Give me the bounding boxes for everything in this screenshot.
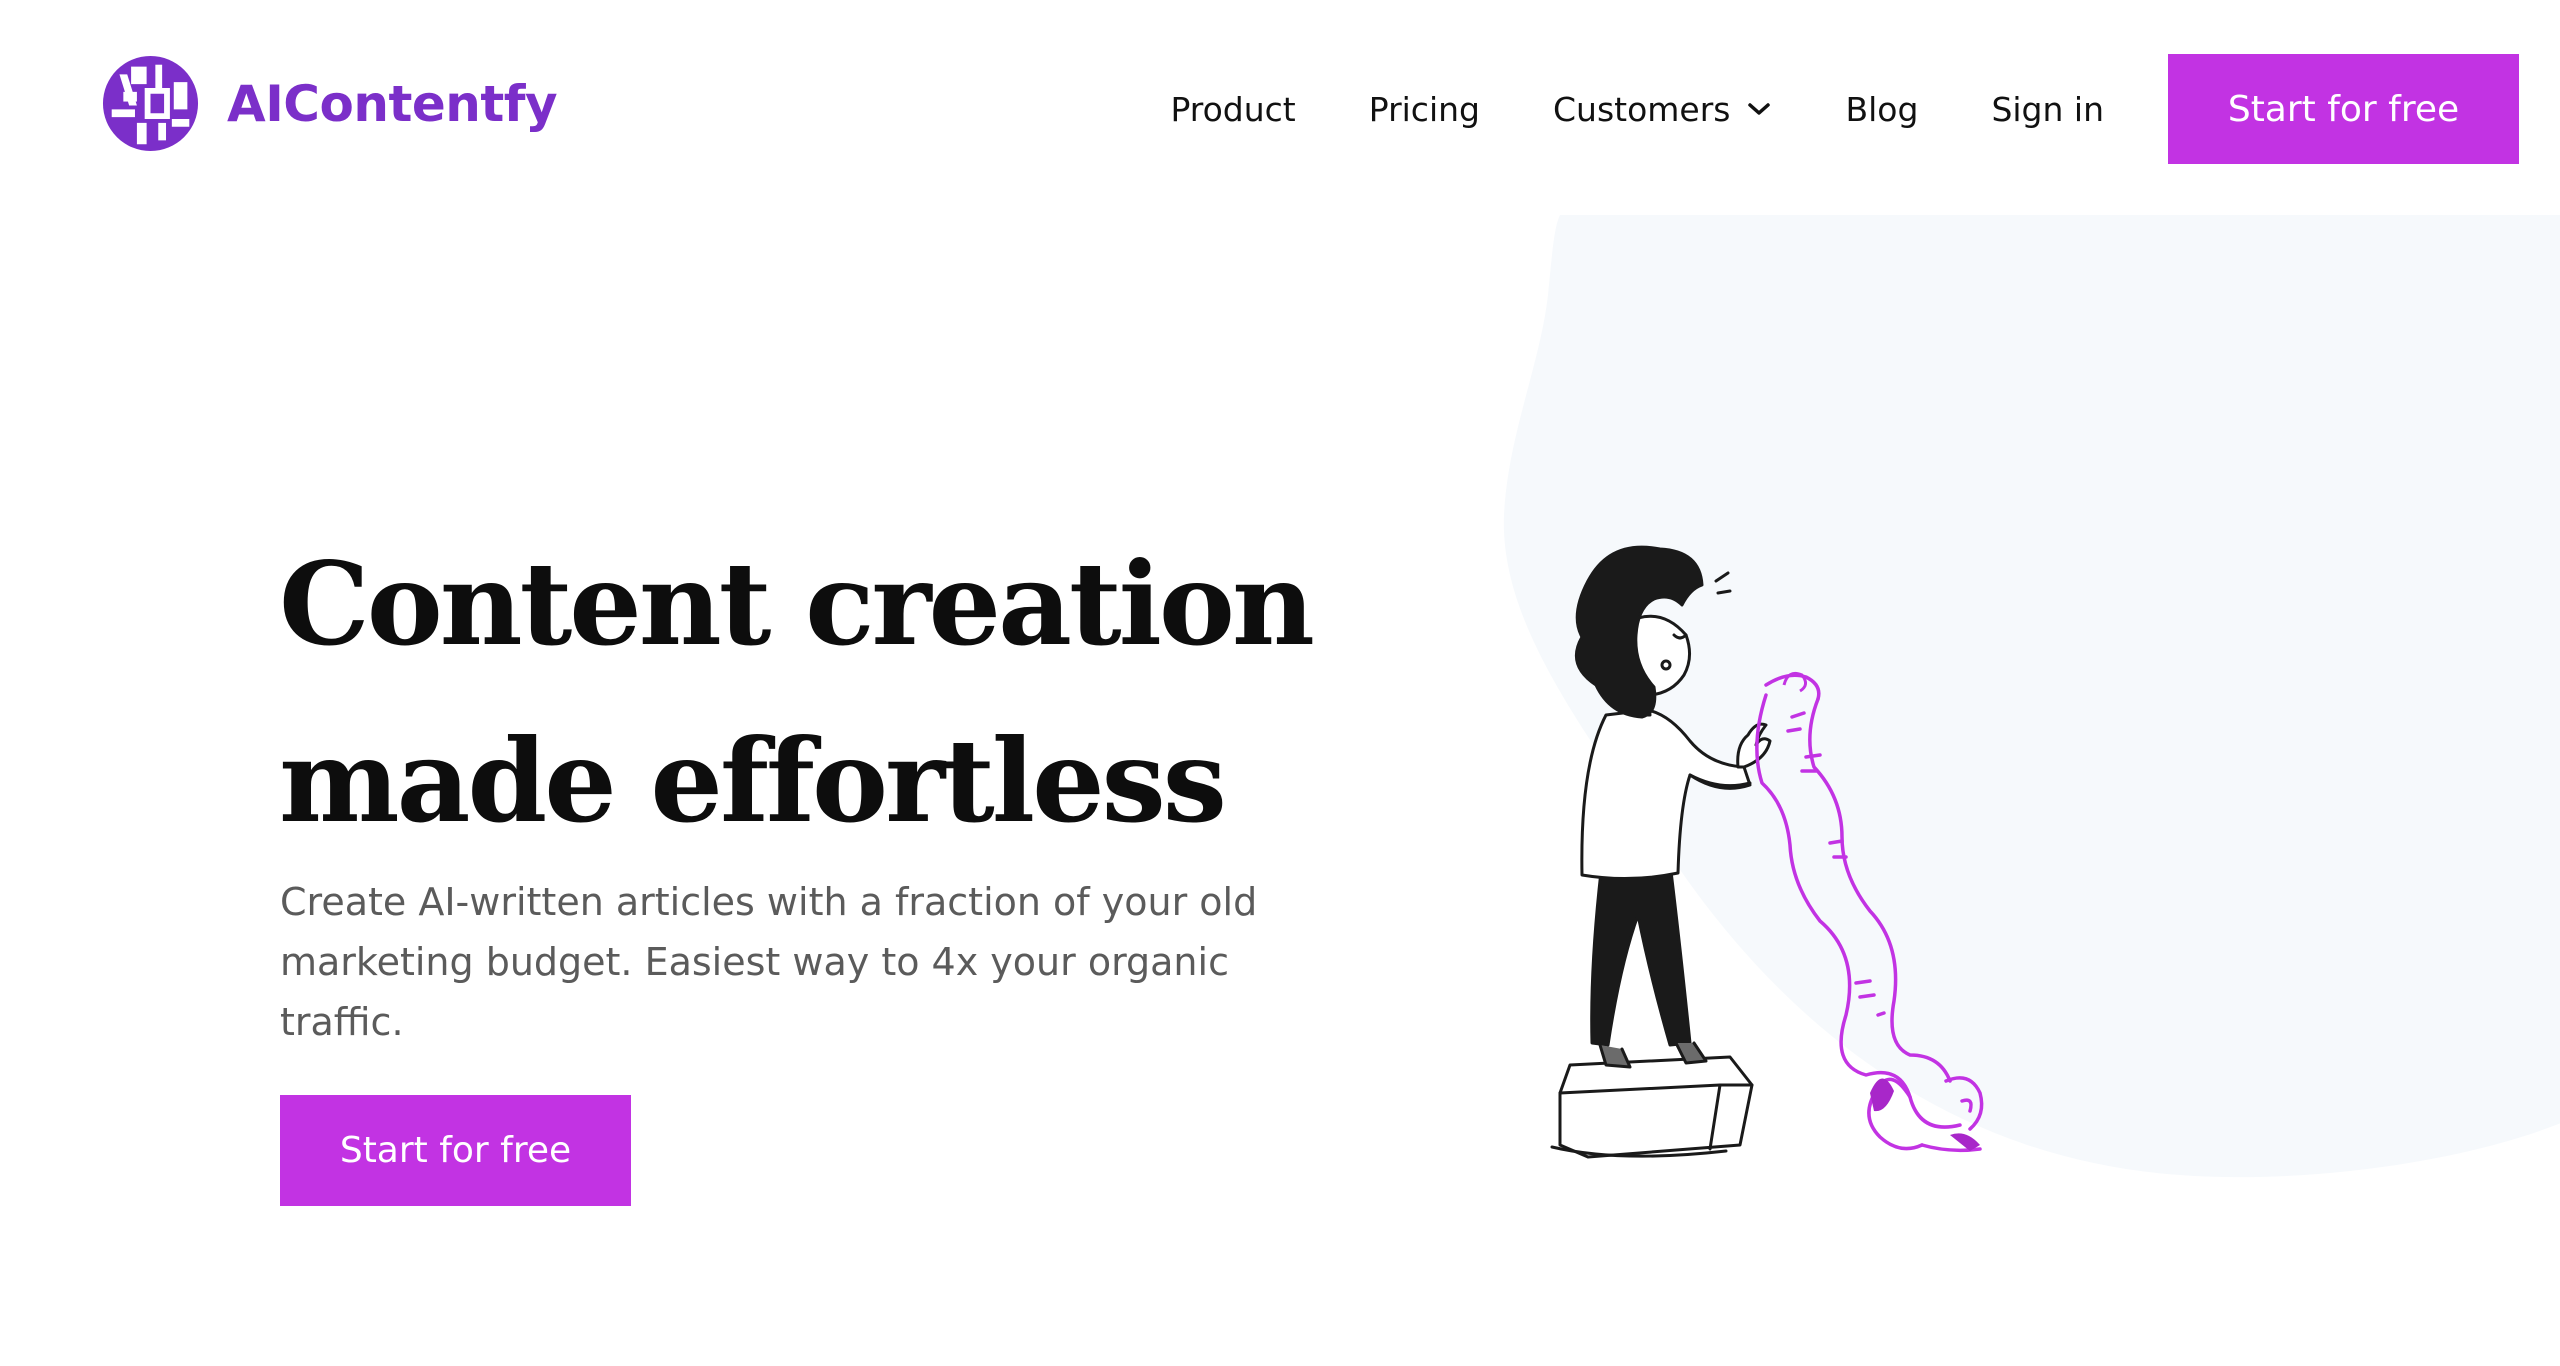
logo-link[interactable]: AIContentfy — [102, 55, 558, 152]
nav-blog[interactable]: Blog — [1845, 90, 1918, 129]
site-header: AIContentfy Product Pricing Customers Bl… — [0, 0, 2560, 215]
hero-title: Content creation made effortless — [279, 516, 1479, 870]
hero-title-line-2: made effortless — [279, 714, 1227, 848]
brand-name: AIContentfy — [227, 74, 558, 133]
nav-pricing[interactable]: Pricing — [1369, 90, 1480, 129]
start-for-free-hero-button[interactable]: Start for free — [280, 1095, 631, 1206]
start-for-free-nav-button[interactable]: Start for free — [2168, 54, 2519, 164]
woman-reading-scroll-illustration — [1550, 545, 1984, 1159]
main-nav: Product Pricing Customers Blog Sign in S… — [1170, 54, 2519, 164]
nav-customers-label: Customers — [1552, 89, 1731, 129]
nav-sign-in[interactable]: Sign in — [1991, 90, 2104, 129]
hero-subtitle: Create AI-written articles with a fracti… — [280, 880, 1258, 1044]
hero-title-line-1: Content creation — [279, 537, 1315, 671]
landing-page: AIContentfy Product Pricing Customers Bl… — [0, 0, 2560, 1366]
chevron-down-icon — [1748, 103, 1771, 115]
aicontentfy-logo-icon — [102, 55, 199, 152]
nav-customers[interactable]: Customers — [1553, 90, 1773, 129]
nav-product[interactable]: Product — [1170, 90, 1295, 129]
